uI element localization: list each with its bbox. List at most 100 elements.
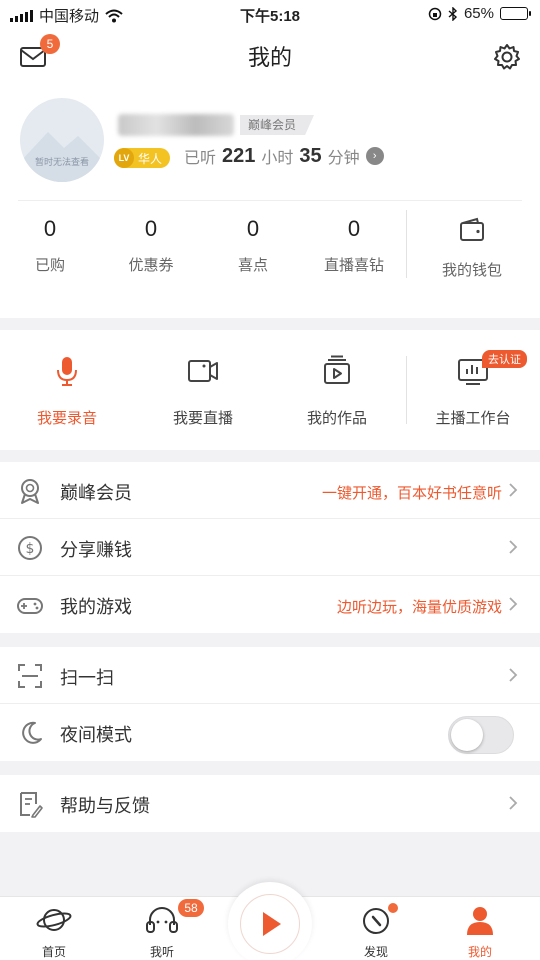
level-badge[interactable]: LV 华人 [114, 148, 171, 168]
chevron-right-icon [509, 597, 518, 611]
play-icon [263, 912, 281, 936]
play-button-inner [240, 894, 300, 954]
stat-value: 0 [347, 216, 361, 241]
stat-value: 0 [43, 216, 57, 241]
chevron-right-icon [509, 540, 518, 554]
page-title: 我的 [247, 45, 292, 70]
stat-xidian[interactable]: 0 喜点 [203, 214, 303, 275]
stats-row: 0 已购 0 优惠券 0 喜点 0 直播喜钻 我的钱包 [0, 210, 540, 294]
feedback-icon [20, 792, 43, 818]
planet-icon [36, 909, 72, 931]
certify-badge[interactable]: 去认证 [482, 350, 527, 368]
wallet-button[interactable]: 我的钱包 [422, 214, 522, 280]
money-coin-icon: $ [18, 536, 42, 560]
tab-label: 发现 [363, 945, 388, 959]
listen-prefix: 已听 [184, 150, 217, 167]
listen-badge: 58 [178, 899, 204, 917]
scan-icon [18, 664, 42, 688]
stat-coupons[interactable]: 0 优惠券 [101, 214, 201, 275]
listen-duration[interactable]: 已听 221 小时 35 分钟 › [184, 144, 384, 168]
video-camera-icon [188, 360, 218, 382]
vip-medal-icon [21, 479, 39, 504]
menu-label: 扫一扫 [60, 668, 114, 688]
menu-item-vip[interactable]: 巅峰会员 一键开通，百本好书任意听 [0, 462, 540, 519]
my-works-button[interactable]: 我的作品 [272, 354, 402, 428]
level-icon: LV [114, 148, 134, 168]
stat-label: 优惠券 [128, 257, 174, 274]
stat-label: 喜点 [237, 257, 268, 274]
tab-label: 我的 [467, 945, 492, 959]
menu-promo: 边听边玩，海量优质游戏 [336, 599, 502, 616]
divider [406, 356, 407, 424]
menu-item-night-mode: 夜间模式 [0, 704, 540, 761]
play-button[interactable] [228, 882, 312, 960]
menu-item-games[interactable]: 我的游戏 边听边玩，海量优质游戏 [0, 576, 540, 633]
menu-group-tools: 扫一扫 夜间模式 [0, 647, 540, 761]
creator-actions: 我要录音 我要直播 我的作品 去认证 主播工作台 [0, 330, 540, 450]
profile-card: 暂时无法查看 巅峰会员 LV 华人 已听 221 小时 35 分钟 › 0 已购… [0, 82, 540, 318]
divider [406, 210, 407, 278]
works-icon [324, 355, 350, 384]
menu-label: 帮助与反馈 [60, 796, 150, 816]
stat-label: 直播喜钻 [323, 257, 384, 274]
discover-dot [388, 903, 398, 913]
svg-text:$: $ [26, 541, 35, 557]
chevron-right-icon [509, 668, 518, 682]
tab-mine[interactable]: 我的 [440, 903, 520, 960]
status-bar: 中国移动 下午5:18 65% [0, 0, 540, 30]
listen-hours: 221 [222, 144, 256, 167]
username-blurred [118, 114, 234, 136]
avatar-text: 暂时无法查看 [34, 157, 89, 167]
toggle-knob [451, 719, 483, 751]
tab-label: 我听 [149, 945, 174, 959]
vip-tag[interactable]: 巅峰会员 [240, 115, 315, 135]
gamepad-icon [17, 598, 43, 614]
avatar[interactable]: 暂时无法查看 [20, 98, 104, 182]
divider [18, 200, 522, 201]
battery-percent: 65% [463, 5, 494, 22]
menu-group-help: 帮助与反馈 [0, 775, 540, 832]
menu-group-services: 巅峰会员 一键开通，百本好书任意听 $ 分享赚钱 我的游戏 边听边玩，海量优质游… [0, 462, 540, 633]
menu-label: 夜间模式 [60, 725, 132, 745]
wallet-icon [460, 217, 484, 241]
settings-button[interactable] [492, 42, 522, 72]
night-mode-toggle[interactable] [448, 716, 514, 754]
menu-label: 巅峰会员 [60, 483, 132, 503]
battery-icon [500, 7, 531, 20]
record-button[interactable]: 我要录音 [2, 354, 132, 428]
menu-item-share[interactable]: $ 分享赚钱 [0, 519, 540, 576]
listen-hours-unit: 小时 [261, 150, 294, 167]
stat-value: 0 [246, 216, 260, 241]
tab-label: 首页 [41, 945, 66, 959]
moon-icon [22, 721, 42, 744]
chevron-right-icon: › [365, 147, 384, 165]
mountain-icon [20, 132, 104, 182]
tab-listen[interactable]: 58 我听 [122, 899, 204, 960]
gear-icon [494, 44, 520, 70]
stat-value: 0 [144, 216, 158, 241]
action-label: 我要录音 [36, 410, 97, 427]
tab-home[interactable]: 首页 [14, 903, 94, 960]
header: 5 我的 [0, 30, 540, 82]
stat-label: 已购 [34, 257, 65, 274]
live-button[interactable]: 我要直播 [138, 354, 268, 428]
menu-item-help[interactable]: 帮助与反馈 [0, 775, 540, 832]
menu-label: 分享赚钱 [60, 540, 132, 560]
stat-live-diamonds[interactable]: 0 直播喜钻 [304, 214, 404, 275]
level-name: 华人 [138, 151, 163, 166]
action-label: 主播工作台 [435, 410, 511, 427]
anchor-workbench-button[interactable]: 去认证 主播工作台 [408, 350, 538, 428]
person-icon [467, 907, 493, 935]
listen-minutes: 35 [299, 144, 322, 167]
stat-purchased[interactable]: 0 已购 [0, 214, 100, 275]
chevron-right-icon [509, 796, 518, 810]
tab-discover[interactable]: 发现 [336, 903, 416, 960]
chevron-right-icon [509, 483, 518, 497]
bluetooth-icon [448, 6, 457, 21]
action-label: 我的作品 [306, 410, 367, 427]
status-right: 65% [428, 5, 531, 22]
menu-label: 我的游戏 [60, 597, 132, 617]
rotation-lock-icon [428, 7, 442, 20]
action-label: 我要直播 [172, 410, 233, 427]
menu-item-scan[interactable]: 扫一扫 [0, 647, 540, 704]
